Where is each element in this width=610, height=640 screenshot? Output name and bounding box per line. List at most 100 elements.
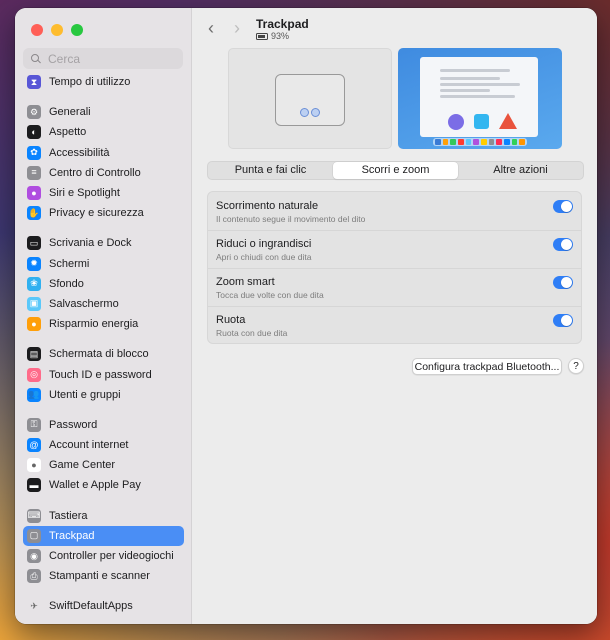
sidebar-item-label: Tempo di utilizzo xyxy=(49,76,131,89)
finger-dot-icon xyxy=(300,108,309,117)
sidebar-item-generali[interactable]: ⚙ Generali xyxy=(23,102,184,122)
sidebar-item-account-internet[interactable]: @ Account internet xyxy=(23,435,184,455)
sidebar-item-label: Game Center xyxy=(49,459,116,472)
sidebar-list: ⧗ Tempo di utilizzo ⚙ Generali ◐ Aspetto ✿ Acce… xyxy=(23,72,184,617)
sidebar-item-utenti-e-gruppi[interactable]: 👥 Utenti e gruppi xyxy=(23,385,184,405)
battery-status: 93% xyxy=(256,31,289,41)
minimize-button[interactable] xyxy=(51,24,63,36)
sidebar-item-label: Salvaschermo xyxy=(49,297,119,310)
tab-bar: Punta e fai clic Scorri e zoom Altre azi… xyxy=(207,161,584,180)
setting-title: Zoom smart xyxy=(216,276,275,288)
keyboard-icon: ⌨ xyxy=(27,508,41,523)
sidebar-item-sfondo[interactable]: ❀ Sfondo xyxy=(23,274,184,294)
sidebar-item-label: Schermata di blocco xyxy=(49,348,149,361)
sidebar-item-label: Siri e Spotlight xyxy=(49,187,120,200)
gesture-preview xyxy=(398,48,562,149)
smart-zoom-toggle[interactable] xyxy=(553,276,573,289)
back-chevron-icon[interactable]: ‹ xyxy=(208,19,214,37)
sidebar-item-label: Schermi xyxy=(49,257,90,270)
wallpaper-icon: ❀ xyxy=(27,276,41,291)
sidebar-item-label: Trackpad xyxy=(49,529,95,542)
main-pane: ‹ › Trackpad 93% Punta e fai clic Scorri… xyxy=(192,8,597,624)
settings-window: ⧗ Tempo di utilizzo ⚙ Generali ◐ Aspetto ✿ Acce… xyxy=(15,8,597,624)
sidebar-item-label: Wallet e Apple Pay xyxy=(49,479,141,492)
sidebar-item-risparmio-energia[interactable]: ● Risparmio energia xyxy=(23,314,184,334)
sidebar: ⧗ Tempo di utilizzo ⚙ Generali ◐ Aspetto ✿ Acce… xyxy=(15,8,192,624)
sidebar-item-centro-di-controllo[interactable]: ≡ Centro di Controllo xyxy=(23,163,184,183)
sidebar-item-siri-e-spotlight[interactable]: ● Siri e Spotlight xyxy=(23,183,184,203)
finger-dot-icon xyxy=(311,108,320,117)
lock-screen-icon: ▤ xyxy=(27,347,41,362)
sidebar-item-controller-per-videogiochi[interactable]: ◉ Controller per videogiochi xyxy=(23,546,184,566)
trackpad-icon: ▢ xyxy=(27,528,41,543)
help-button[interactable]: ? xyxy=(568,358,584,374)
sidebar-item-stampanti-e-scanner[interactable]: ⎙ Stampanti e scanner xyxy=(23,566,184,586)
dock-icon: ▭ xyxy=(27,236,41,251)
screensaver-icon: ▣ xyxy=(27,296,41,311)
sidebar-item-label: Generali xyxy=(49,106,91,119)
sidebar-item-password[interactable]: ⚿ Password xyxy=(23,415,184,435)
search-field[interactable] xyxy=(23,48,183,69)
game-center-icon: ● xyxy=(27,458,41,473)
setting-row-zoom-in-out: Riduci o ingrandisci Apri o chiudi con d… xyxy=(208,230,581,269)
sidebar-item-scrivania-e-dock[interactable]: ▭ Scrivania e Dock xyxy=(23,233,184,253)
window-controls xyxy=(31,24,83,36)
square-shape-icon xyxy=(474,114,489,129)
setup-bluetooth-trackpad-button[interactable]: Configura trackpad Bluetooth... xyxy=(412,358,562,375)
appearance-icon: ◐ xyxy=(27,125,41,140)
sidebar-item-privacy-e-sicurezza[interactable]: ✋ Privacy e sicurezza xyxy=(23,203,184,223)
sidebar-item-label: Aspetto xyxy=(49,126,87,139)
toolbar: ‹ › Trackpad 93% xyxy=(192,8,597,48)
swift-icon: ✈ xyxy=(27,599,41,614)
key-icon: ⚿ xyxy=(27,417,41,432)
trackpad-illustration-icon xyxy=(275,74,345,126)
control-center-icon: ≡ xyxy=(27,165,41,180)
display-icon: ✹ xyxy=(27,256,41,271)
tab-point-and-click[interactable]: Punta e fai clic xyxy=(208,162,333,179)
sidebar-item-aspetto[interactable]: ◐ Aspetto xyxy=(23,122,184,142)
setting-subtitle: Il contenuto segue il movimento del dito xyxy=(216,214,366,224)
triangle-shape-icon xyxy=(499,113,517,129)
sidebar-item-label: Centro di Controllo xyxy=(49,166,141,179)
setting-subtitle: Apri o chiudi con due dita xyxy=(216,252,312,262)
sidebar-item-tempo-di-utilizzo[interactable]: ⧗ Tempo di utilizzo xyxy=(23,72,184,92)
tab-more-gestures[interactable]: Altre azioni xyxy=(458,162,583,179)
sidebar-item-label: Privacy e sicurezza xyxy=(49,207,144,220)
accessibility-icon: ✿ xyxy=(27,145,41,160)
gesture-illustration xyxy=(228,48,392,149)
zoom-in-out-toggle[interactable] xyxy=(553,238,573,251)
at-icon: @ xyxy=(27,438,41,453)
sidebar-item-swiftdefaultapps[interactable]: ✈ SwiftDefaultApps xyxy=(23,596,184,616)
forward-chevron-icon[interactable]: › xyxy=(234,19,240,37)
settings-group: Scorrimento naturale Il contenuto segue … xyxy=(207,191,582,344)
sidebar-item-schermi[interactable]: ✹ Schermi xyxy=(23,254,184,274)
siri-icon: ● xyxy=(27,186,41,201)
sidebar-item-touch-id-e-password[interactable]: ◎ Touch ID e password xyxy=(23,364,184,384)
printer-icon: ⎙ xyxy=(27,569,41,584)
sidebar-item-tastiera[interactable]: ⌨ Tastiera xyxy=(23,506,184,526)
close-button[interactable] xyxy=(31,24,43,36)
zoom-button[interactable] xyxy=(71,24,83,36)
setting-title: Scorrimento naturale xyxy=(216,200,319,212)
setting-row-natural-scrolling: Scorrimento naturale Il contenuto segue … xyxy=(208,192,581,231)
sidebar-item-label: Sfondo xyxy=(49,277,84,290)
sidebar-item-accessibilit-[interactable]: ✿ Accessibilità xyxy=(23,143,184,163)
fingerprint-icon: ◎ xyxy=(27,367,41,382)
natural-scrolling-toggle[interactable] xyxy=(553,200,573,213)
users-icon: 👥 xyxy=(27,387,41,402)
rotate-toggle[interactable] xyxy=(553,314,573,327)
battery-level: 93% xyxy=(271,31,290,41)
circle-shape-icon xyxy=(448,114,464,130)
sidebar-item-label: Password xyxy=(49,418,98,431)
setting-title: Ruota xyxy=(216,314,246,326)
sidebar-item-salvaschermo[interactable]: ▣ Salvaschermo xyxy=(23,294,184,314)
sidebar-item-game-center[interactable]: ● Game Center xyxy=(23,455,184,475)
sidebar-item-trackpad[interactable]: ▢ Trackpad xyxy=(23,525,184,546)
sidebar-item-schermata-di-blocco[interactable]: ▤ Schermata di blocco xyxy=(23,344,184,364)
sidebar-item-label: Tastiera xyxy=(49,509,88,522)
dock-illustration xyxy=(433,138,527,146)
search-input[interactable] xyxy=(46,50,180,67)
tab-scroll-and-zoom[interactable]: Scorri e zoom xyxy=(333,162,458,179)
sidebar-item-wallet-e-apple-pay[interactable]: ▬ Wallet e Apple Pay xyxy=(23,475,184,495)
sidebar-item-label: Accessibilità xyxy=(49,146,110,159)
